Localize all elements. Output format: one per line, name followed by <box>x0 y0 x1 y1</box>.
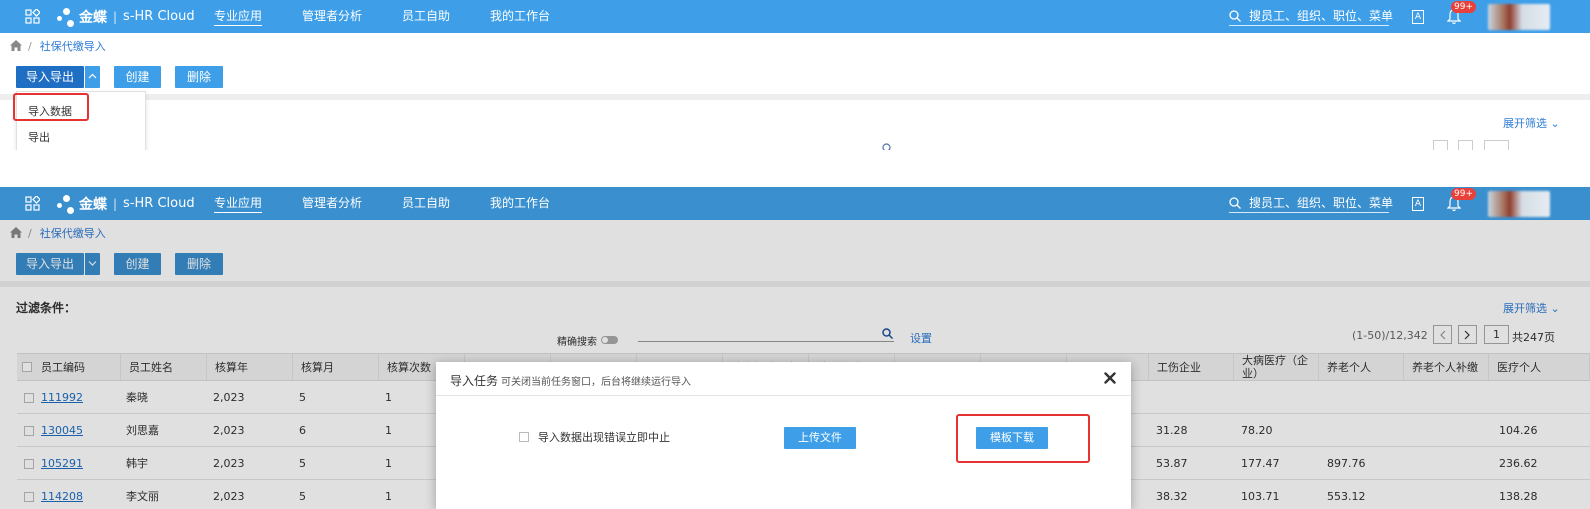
stop-on-error-label: 导入数据出现错误立即中止 <box>538 431 670 444</box>
top-nav-bar: 金蝶 | s-HR Cloud 专业应用 管理者分析 员工自助 我的工作台 搜员… <box>0 187 1590 220</box>
search-icon <box>1229 197 1241 209</box>
brand-name: 金蝶 <box>79 196 107 213</box>
breadcrumb: / 社保代缴导入 <box>10 40 106 54</box>
global-search[interactable]: 搜员工、组织、职位、菜单 <box>1229 8 1393 26</box>
upload-file-button[interactable]: 上传文件 <box>784 427 856 449</box>
notification-badge: 99+ <box>1451 188 1476 200</box>
stop-on-error-checkbox[interactable] <box>519 432 529 442</box>
nav-my-workbench[interactable]: 我的工作台 <box>490 187 550 220</box>
section-divider <box>0 94 1590 100</box>
notification-badge: 99+ <box>1451 1 1476 13</box>
brand-separator: | <box>113 196 118 211</box>
avatar[interactable] <box>1488 4 1550 30</box>
nav-professional-apps[interactable]: 专业应用 <box>214 187 263 220</box>
kingdee-logo-icon <box>55 5 77 29</box>
chevron-down-icon: ⌄ <box>1550 117 1560 130</box>
expand-filter-link[interactable]: 展开筛选 ⌄ <box>1503 115 1560 131</box>
nav-employee-self-service[interactable]: 员工自助 <box>402 187 450 220</box>
dialog-header: 导入任务 可关闭当前任务窗口，后台将继续运行导入 <box>436 362 1131 396</box>
highlight-box-template-download <box>956 414 1090 463</box>
highlight-box-import-data <box>13 93 89 121</box>
breadcrumb-current[interactable]: 社保代缴导入 <box>40 40 106 53</box>
nav-professional-apps[interactable]: 专业应用 <box>214 0 263 33</box>
kingdee-logo-icon <box>55 192 77 216</box>
dialog-title: 导入任务 <box>450 374 499 388</box>
brand-logo[interactable]: 金蝶 | s-HR Cloud <box>55 191 195 216</box>
search-icon <box>1229 10 1241 22</box>
import-export-button[interactable]: 导入导出 <box>16 66 84 88</box>
delete-button[interactable]: 删除 <box>175 66 223 88</box>
screenshot-bottom: 金蝶 | s-HR Cloud 专业应用 管理者分析 员工自助 我的工作台 搜员… <box>0 187 1590 509</box>
nav-my-workbench[interactable]: 我的工作台 <box>490 0 550 33</box>
account-icon[interactable]: A <box>1412 197 1424 211</box>
pager-page-input[interactable] <box>1484 140 1509 150</box>
nav-manager-analysis[interactable]: 管理者分析 <box>302 187 362 220</box>
import-export-dropdown-toggle[interactable] <box>84 66 100 88</box>
breadcrumb-separator: / <box>28 40 32 53</box>
search-placeholder: 搜员工、组织、职位、菜单 <box>1249 9 1394 23</box>
account-icon[interactable]: A <box>1412 10 1424 24</box>
app-grid-icon[interactable] <box>25 196 40 211</box>
brand-logo[interactable]: 金蝶 | s-HR Cloud <box>55 4 195 29</box>
app-grid-icon[interactable] <box>25 9 40 24</box>
chevron-up-icon <box>88 73 97 79</box>
create-button[interactable]: 创建 <box>114 66 161 88</box>
product-name: s-HR Cloud <box>123 196 195 211</box>
screenshot-top: 金蝶 | s-HR Cloud 专业应用 管理者分析 员工自助 我的工作台 搜员… <box>0 0 1590 150</box>
brand-separator: | <box>113 9 118 24</box>
avatar[interactable] <box>1488 191 1550 217</box>
global-search[interactable]: 搜员工、组织、职位、菜单 <box>1229 195 1393 213</box>
dialog-subtitle: 可关闭当前任务窗口，后台将继续运行导入 <box>501 377 691 388</box>
search-placeholder: 搜员工、组织、职位、菜单 <box>1249 196 1394 210</box>
brand-name: 金蝶 <box>79 9 107 26</box>
close-icon[interactable] <box>1104 372 1116 384</box>
product-name: s-HR Cloud <box>123 9 195 24</box>
menu-item-export[interactable]: 导出 <box>28 129 50 145</box>
import-task-dialog: 导入任务 可关闭当前任务窗口，后台将继续运行导入 导入数据出现错误立即中止 上传… <box>436 362 1131 509</box>
pager-next-button[interactable] <box>1458 140 1473 150</box>
home-icon[interactable] <box>10 40 22 51</box>
search-icon[interactable] <box>882 143 892 150</box>
nav-manager-analysis[interactable]: 管理者分析 <box>302 0 362 33</box>
nav-employee-self-service[interactable]: 员工自助 <box>402 0 450 33</box>
pager-prev-button[interactable] <box>1433 140 1448 150</box>
top-nav-bar: 金蝶 | s-HR Cloud 专业应用 管理者分析 员工自助 我的工作台 搜员… <box>0 0 1590 33</box>
